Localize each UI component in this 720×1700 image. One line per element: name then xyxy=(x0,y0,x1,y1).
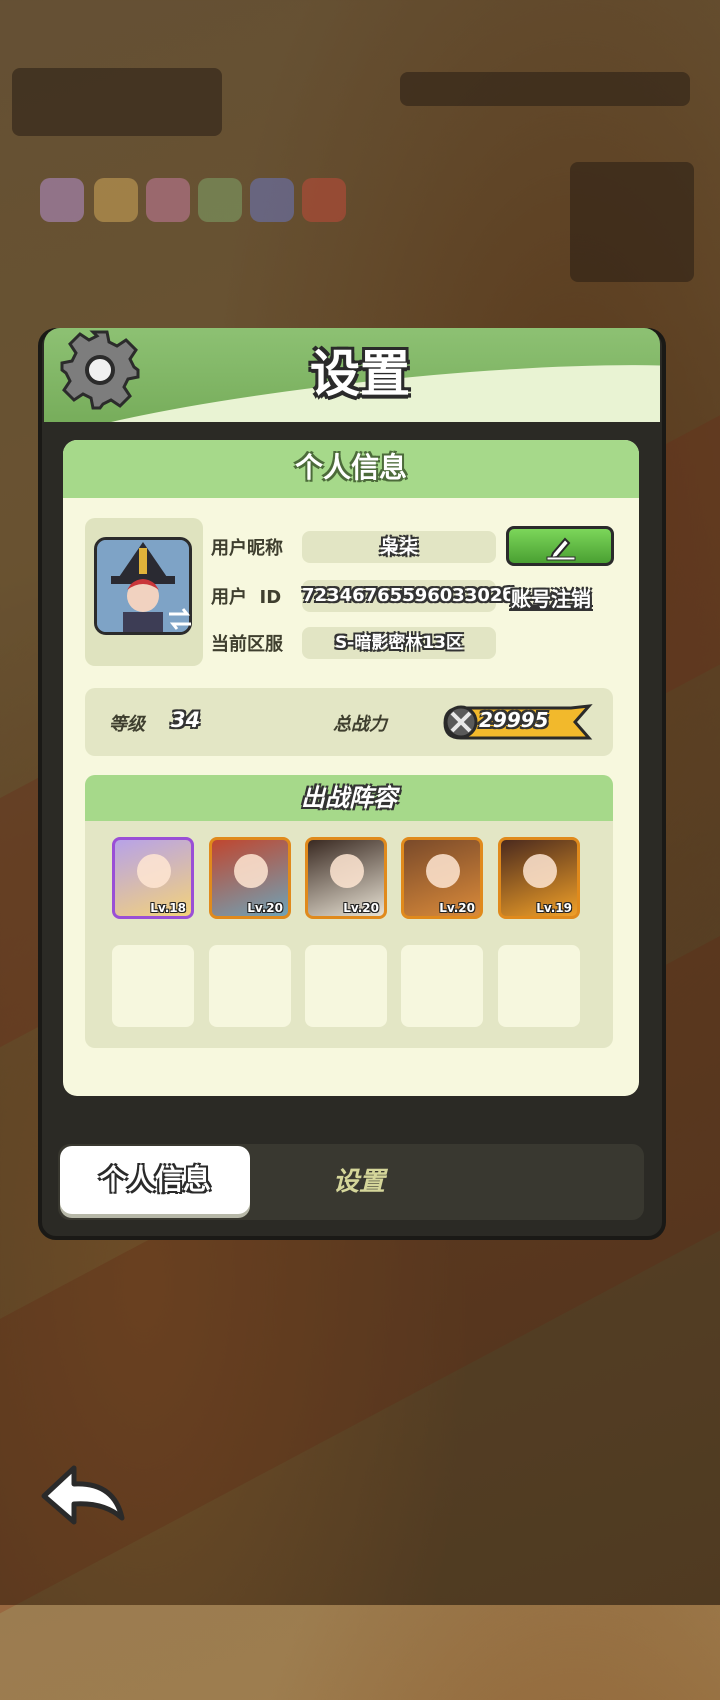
power-label: 总战力 xyxy=(333,714,387,735)
level-value: 34 xyxy=(171,708,201,732)
menu-icon xyxy=(198,178,242,222)
level-label: 等级 xyxy=(109,714,145,735)
hero-card[interactable]: Lv.20 xyxy=(209,837,291,919)
dialog-title: 设置 xyxy=(310,345,410,403)
hero-level: Lv.19 xyxy=(536,901,572,915)
empty-slot[interactable] xyxy=(209,945,291,1027)
cancel-account-link[interactable]: 账号注销 xyxy=(511,583,591,612)
server-value: S-暗影密林13区 xyxy=(302,627,496,659)
gear-icon xyxy=(60,330,140,410)
profile-panel: 个人信息 用户昵称 枭柒 用户 ID 7234676559603302б 账号注… xyxy=(63,440,639,1096)
user-id-value: 7234676559603302б xyxy=(302,580,515,612)
hero-portrait xyxy=(426,854,460,888)
menu-icon xyxy=(250,178,294,222)
minimap xyxy=(570,162,694,282)
menu-icon xyxy=(94,178,138,222)
hero-level: Lv.20 xyxy=(439,901,475,915)
empty-slot[interactable] xyxy=(112,945,194,1027)
pencil-icon xyxy=(546,537,576,561)
menu-icon xyxy=(146,178,190,222)
tab-settings[interactable]: 设置 xyxy=(284,1144,434,1220)
hero-level: Lv.20 xyxy=(343,901,379,915)
hero-card[interactable]: Lv.18 xyxy=(112,837,194,919)
empty-slot[interactable] xyxy=(305,945,387,1027)
empty-slot[interactable] xyxy=(498,945,580,1027)
panel-title: 个人信息 xyxy=(63,440,639,498)
swap-icon[interactable] xyxy=(165,604,195,634)
hero-card[interactable]: Lv.20 xyxy=(305,837,387,919)
hero-portrait xyxy=(234,854,268,888)
edit-nickname-button[interactable] xyxy=(506,526,614,566)
back-arrow-icon[interactable] xyxy=(38,1460,128,1530)
hero-level: Lv.20 xyxy=(247,901,283,915)
player-hud xyxy=(12,68,222,136)
lineup-title: 出战阵容 xyxy=(85,775,613,821)
menu-icon xyxy=(302,178,346,222)
nickname-label: 用户昵称 xyxy=(211,538,283,559)
nickname-value: 枭柒 xyxy=(302,531,496,563)
hero-portrait xyxy=(523,854,557,888)
hero-card[interactable]: Lv.19 xyxy=(498,837,580,919)
hero-portrait xyxy=(137,854,171,888)
lineup-section: 出战阵容 Lv.18 Lv.20 Lv.20 Lv.20 Lv.19 xyxy=(85,775,613,1048)
resource-bar xyxy=(400,72,690,106)
hero-level: Lv.18 xyxy=(150,901,186,915)
empty-slot[interactable] xyxy=(401,945,483,1027)
hero-card[interactable]: Lv.20 xyxy=(401,837,483,919)
tab-bar: 个人信息 设置 xyxy=(58,1144,644,1220)
tab-profile[interactable]: 个人信息 xyxy=(60,1146,250,1214)
stats-row: 等级 34 总战力 29995 xyxy=(85,688,613,756)
avatar-frame[interactable] xyxy=(85,518,203,666)
hero-portrait xyxy=(330,854,364,888)
menu-icon xyxy=(40,178,84,222)
user-id-label: 用户 ID xyxy=(211,587,282,608)
power-value: 29995 xyxy=(479,708,549,732)
server-label: 当前区服 xyxy=(211,634,283,655)
